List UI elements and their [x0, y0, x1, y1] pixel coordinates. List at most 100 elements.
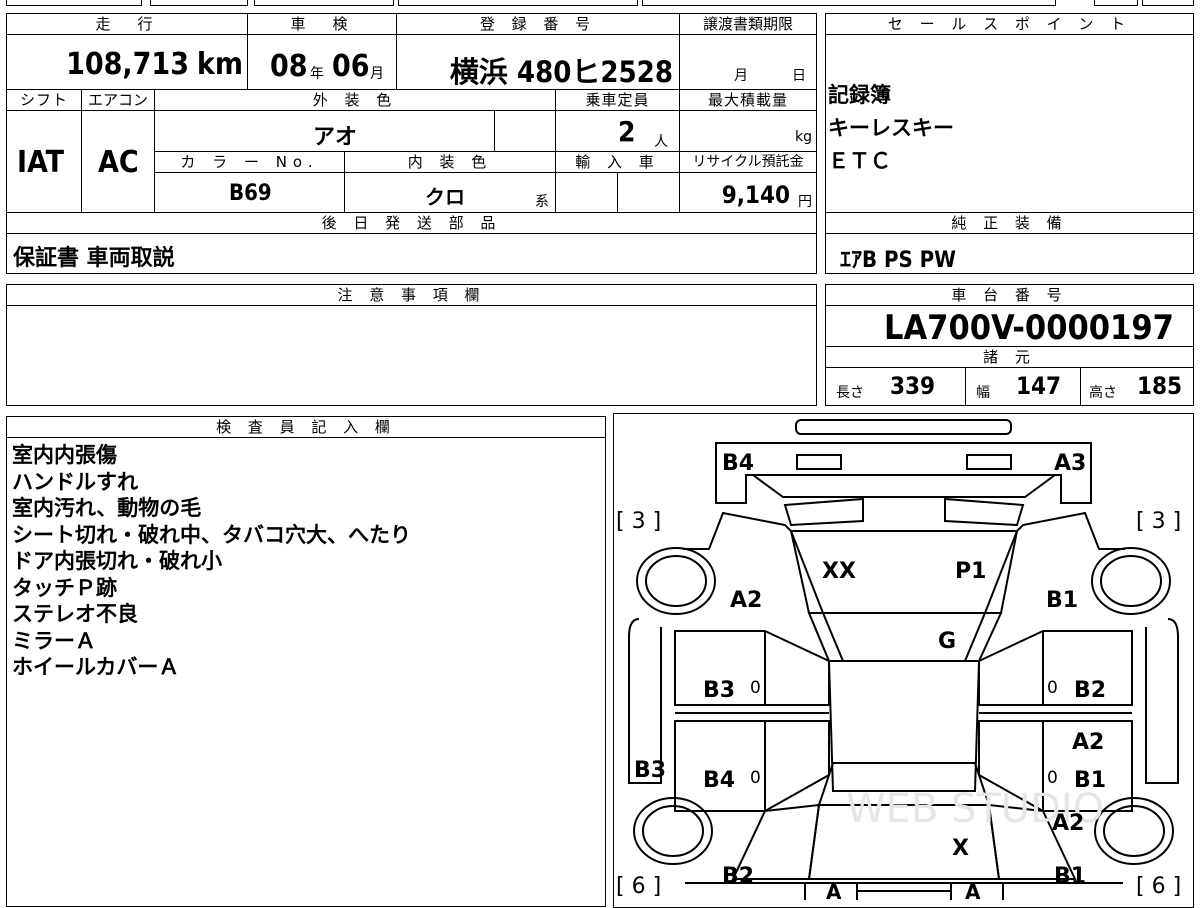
mark-xx: XX: [822, 559, 856, 584]
ac-value: AC: [98, 145, 139, 180]
genuine-equipment-value: ｴｱB PS PW: [840, 248, 956, 273]
mark-a-bottom-left: A: [826, 880, 842, 904]
inspector-note: ミラーＡ: [12, 628, 96, 653]
door-zero-rear-left: 0: [750, 768, 761, 788]
mileage-cell: 108,713 km: [6, 34, 248, 90]
wheel-front-left: [636, 547, 716, 615]
mark-a3-top: A3: [1054, 451, 1087, 476]
registration-value: 横浜 480ヒ2528: [449, 55, 673, 89]
later-parts-value: 保証書 車両取説: [13, 246, 175, 271]
recycle-header: リサイクル預託金: [679, 151, 817, 173]
ac-cell: AC: [81, 110, 155, 213]
door-rear-left: [674, 720, 830, 812]
exterior-color-extra-cell: [494, 110, 556, 152]
mark-a2-left: A2: [730, 588, 763, 613]
height-label: 高さ: [1089, 385, 1117, 401]
capacity-header: 乗車定員: [555, 89, 680, 111]
chassis-number-value: LA700V-0000197: [884, 308, 1174, 347]
wheel-rear-left: [633, 797, 713, 865]
front-bumper: [795, 419, 1012, 435]
capacity-value: 2: [618, 115, 636, 148]
mileage-header: 走 行: [6, 13, 248, 35]
transfer-deadline-header: 譲渡書類期限: [679, 13, 817, 35]
import-header: 輸 入 車: [555, 151, 680, 173]
tread-front-right: [ 3 ]: [1136, 509, 1182, 534]
mark-g: G: [938, 629, 957, 654]
inspector-header: 検 査 員 記 入 欄: [6, 416, 606, 438]
sales-points-header: セ ー ル ス ポ イ ン ト: [825, 13, 1194, 35]
mark-b4-left-door: B4: [703, 768, 736, 793]
mark-b2-bottom-left: B2: [722, 864, 755, 889]
inspector-note: タッチＰ跡: [12, 575, 117, 600]
side-right: [1145, 618, 1179, 784]
color-no-cell: B69: [154, 172, 345, 213]
length-value: 339: [890, 372, 936, 400]
width-cell: 幅 147: [965, 367, 1081, 406]
hood-outline: [715, 442, 1092, 504]
tread-rear-left: [ 6 ]: [616, 874, 662, 899]
headlight-left: [796, 454, 842, 470]
sales-point-item: 記録簿: [828, 83, 891, 107]
mark-a2-right-lower: A2: [1052, 811, 1085, 836]
inspection-year-unit: 年: [310, 66, 324, 82]
capacity-cell: 2 人: [555, 110, 680, 152]
mark-b1-bottom-right: B1: [1054, 864, 1087, 889]
recycle-value: 9,140: [721, 181, 790, 209]
inspector-note: 室内内張傷: [12, 443, 117, 467]
transfer-month-unit: 月: [734, 68, 748, 84]
top-cutoff-strip: [0, 0, 1200, 6]
specs-header: 諸 元: [825, 346, 1194, 368]
exterior-color-value: アオ: [313, 125, 358, 150]
shift-value: IAT: [17, 145, 65, 180]
shift-header: シフト: [6, 89, 82, 111]
inspection-year: 08: [270, 49, 308, 84]
interior-color-value: クロ: [425, 185, 465, 209]
max-load-header: 最大積載量: [679, 89, 817, 111]
tread-rear-left-value: 6: [631, 874, 646, 899]
recycle-cell: 9,140 円: [679, 172, 817, 213]
mark-b1-right: B1: [1046, 588, 1079, 613]
sales-points-body: 記録簿 キーレスキー ＥＴＣ: [825, 34, 1194, 213]
max-load-unit: kg: [795, 129, 812, 145]
later-parts-header: 後 日 発 送 部 品: [6, 212, 817, 234]
color-no-value: B69: [229, 181, 272, 206]
width-value: 147: [1016, 372, 1062, 400]
length-label: 長さ: [836, 385, 864, 401]
mark-b4-top: B4: [722, 451, 755, 476]
inspection-header: 車 検: [247, 13, 397, 35]
chassis-number-cell: LA700V-0000197: [825, 305, 1194, 347]
capacity-unit: 人: [654, 134, 668, 150]
mileage-value: 108,713: [66, 47, 189, 82]
sales-point-item: ＥＴＣ: [828, 149, 891, 173]
exterior-color-header: 外 装 色: [154, 89, 556, 111]
tread-front-left-value: 3: [631, 509, 646, 534]
import-cell-left: [555, 172, 618, 213]
exterior-color-cell: アオ: [154, 110, 495, 152]
registration-cell: 横浜 480ヒ2528: [396, 34, 680, 90]
tread-front-right-value: 3: [1151, 509, 1166, 534]
width-label: 幅: [976, 385, 990, 401]
mileage-unit: km: [196, 47, 243, 82]
wiper-left: [783, 497, 864, 527]
max-load-cell: kg: [679, 110, 817, 152]
height-cell: 高さ 185: [1080, 367, 1194, 406]
front-panel: [752, 474, 1056, 498]
tread-rear-right-value: 6: [1151, 874, 1166, 899]
color-no-header: カ ラ ー No.: [154, 151, 345, 173]
headlight-right: [966, 454, 1012, 470]
tread-front-left: [ 3 ]: [616, 509, 662, 534]
mark-a2-right: A2: [1072, 730, 1105, 755]
tread-rear-right: [ 6 ]: [1136, 874, 1182, 899]
inspection-cell: 08 年 06 月: [247, 34, 397, 90]
mark-b3-left-side: B3: [634, 758, 667, 783]
recycle-unit: 円: [798, 194, 812, 210]
inspector-note: シート切れ・破れ中、タバコ穴大、へたり: [12, 522, 411, 547]
mark-a-bottom-right: A: [965, 880, 981, 904]
interior-color-suffix: 系: [535, 194, 549, 210]
caution-body: [6, 305, 817, 406]
interior-color-header: 内 装 色: [344, 151, 556, 173]
transfer-deadline-cell: 月 日: [679, 34, 817, 90]
inspection-month: 06: [332, 49, 370, 84]
registration-header: 登 録 番 号: [396, 13, 680, 35]
inspector-note: ハンドルすれ: [12, 469, 138, 494]
